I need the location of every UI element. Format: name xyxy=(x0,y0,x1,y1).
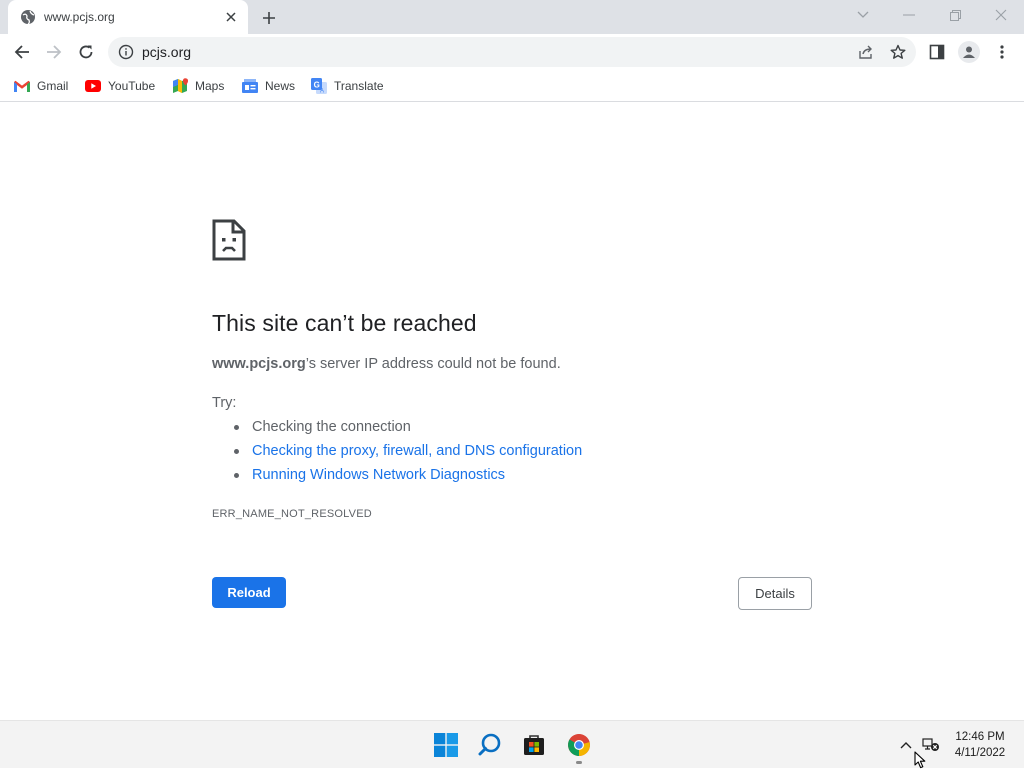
bookmark-maps[interactable]: Maps xyxy=(172,76,224,96)
chrome-icon[interactable] xyxy=(563,729,595,761)
clock-time: 12:46 PM xyxy=(955,731,1005,743)
bookmark-label: YouTube xyxy=(108,79,156,93)
bookmark-label: Gmail xyxy=(37,79,69,93)
suggestion-network-diagnostics-link[interactable]: Running Windows Network Diagnostics xyxy=(232,465,582,489)
bookmark-label: Translate xyxy=(334,79,384,93)
browser-toolbar: pcjs.org xyxy=(0,34,1024,70)
svg-text:G: G xyxy=(314,81,320,90)
bookmark-news[interactable]: News xyxy=(242,76,295,96)
gmail-icon xyxy=(14,78,30,94)
suggestion-check-proxy-link[interactable]: Checking the proxy, firewall, and DNS co… xyxy=(232,441,582,465)
news-icon xyxy=(242,78,258,94)
error-title: This site can’t be reached xyxy=(212,310,477,336)
close-icon[interactable] xyxy=(978,0,1024,30)
taskbar: 12:46 PM 4/11/2022 xyxy=(0,720,1024,768)
globe-icon xyxy=(20,9,36,25)
plus-icon[interactable] xyxy=(258,7,280,29)
suggestion-check-connection: Checking the connection xyxy=(232,417,582,441)
error-description: www.pcjs.org’s server IP address could n… xyxy=(212,356,561,372)
reload-button[interactable]: Reload xyxy=(212,577,286,608)
clock[interactable]: 12:46 PM 4/11/2022 xyxy=(944,729,1016,761)
back-icon[interactable] xyxy=(8,38,36,66)
bookmarks-bar: Gmail YouTube Maps News GA Translate xyxy=(0,70,1024,102)
mouse-cursor-icon xyxy=(914,751,926,769)
bookmark-label: News xyxy=(265,79,296,93)
chevron-up-icon[interactable] xyxy=(896,735,916,755)
browser-tab[interactable]: www.pcjs.org xyxy=(8,0,248,34)
bookmark-gmail[interactable]: Gmail xyxy=(14,76,68,96)
windows-start-icon[interactable] xyxy=(430,729,462,761)
refresh-icon[interactable] xyxy=(72,38,100,66)
restore-icon[interactable] xyxy=(932,0,978,30)
store-icon[interactable] xyxy=(518,729,550,761)
translate-icon: GA xyxy=(311,78,327,94)
side-panel-icon[interactable] xyxy=(925,40,949,64)
forward-icon[interactable] xyxy=(40,38,68,66)
share-icon[interactable] xyxy=(856,42,876,62)
minimize-icon[interactable] xyxy=(886,0,932,30)
url-text[interactable]: pcjs.org xyxy=(142,44,191,60)
info-icon[interactable] xyxy=(118,44,134,60)
active-app-indicator xyxy=(576,761,582,764)
svg-text:A: A xyxy=(320,89,324,95)
bookmark-translate[interactable]: GA Translate xyxy=(311,76,384,96)
maps-icon xyxy=(172,78,188,94)
error-host: www.pcjs.org xyxy=(212,356,306,372)
bookmark-youtube[interactable]: YouTube xyxy=(85,76,155,96)
chevron-down-icon[interactable] xyxy=(840,0,886,30)
sad-file-icon xyxy=(212,219,246,261)
error-code: ERR_NAME_NOT_RESOLVED xyxy=(212,508,372,520)
address-bar[interactable]: pcjs.org xyxy=(108,37,916,67)
close-tab-icon[interactable] xyxy=(222,8,240,26)
profile-icon[interactable] xyxy=(957,40,981,64)
tab-title: www.pcjs.org xyxy=(44,10,115,24)
error-page: This site can’t be reached www.pcjs.org’… xyxy=(0,103,1024,720)
try-label: Try: xyxy=(212,395,237,411)
menu-icon[interactable] xyxy=(990,40,1014,64)
details-button[interactable]: Details xyxy=(738,577,812,610)
tab-strip: www.pcjs.org xyxy=(0,0,1024,34)
clock-date: 4/11/2022 xyxy=(954,747,1006,759)
suggestions-list: Checking the connection Checking the pro… xyxy=(232,417,582,489)
youtube-icon xyxy=(85,78,101,94)
search-icon[interactable] xyxy=(474,729,506,761)
bookmark-star-icon[interactable] xyxy=(888,42,908,62)
bookmark-label: Maps xyxy=(195,79,225,93)
error-description-text: ’s server IP address could not be found. xyxy=(305,356,561,372)
